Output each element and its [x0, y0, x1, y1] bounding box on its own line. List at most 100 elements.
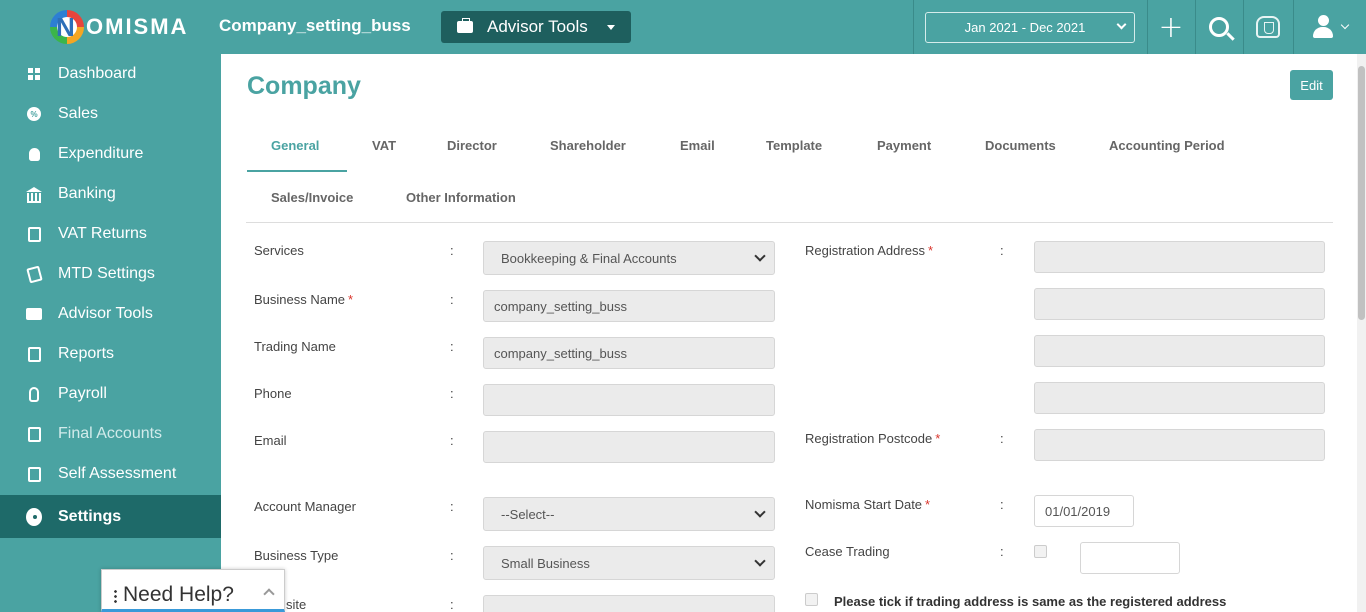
tab-template[interactable]: Template — [766, 138, 822, 158]
add-button[interactable]: + — [1148, 0, 1194, 54]
website-field[interactable] — [483, 595, 775, 612]
email-field[interactable] — [483, 431, 775, 463]
colon: : — [450, 499, 454, 514]
hmrc-button[interactable] — [1244, 0, 1292, 54]
chevron-up-icon[interactable] — [263, 588, 275, 600]
scrollbar[interactable] — [1357, 54, 1366, 612]
sidebar-item-advisor-tools[interactable]: Advisor Tools — [0, 294, 221, 334]
colon: : — [1000, 544, 1004, 559]
required-mark: * — [935, 431, 941, 446]
tab-general[interactable]: General — [271, 138, 319, 158]
mtd-document-icon — [25, 265, 43, 283]
briefcase-icon — [457, 18, 473, 33]
sidebar-item-self-assessment[interactable]: Self Assessment — [0, 454, 221, 494]
tab-accounting-period[interactable]: Accounting Period — [1109, 138, 1225, 158]
colon: : — [1000, 497, 1004, 512]
money-bag-icon — [26, 146, 42, 162]
sidebar-item-dashboard[interactable]: Dashboard — [0, 54, 221, 94]
sidebar-item-banking[interactable]: Banking — [0, 174, 221, 214]
scrollbar-thumb[interactable] — [1358, 66, 1365, 320]
tab-vat[interactable]: VAT — [372, 138, 396, 158]
crest-icon — [1256, 16, 1280, 38]
company-name: Company_setting_buss — [219, 16, 411, 35]
business-type-label: Business Type — [254, 548, 339, 563]
sidebar-item-mtd-settings[interactable]: MTD Settings — [0, 254, 221, 294]
sidebar-item-label: Payroll — [58, 385, 107, 402]
cease-trading-date-field[interactable] — [1080, 542, 1180, 574]
document-icon — [26, 426, 42, 442]
bank-icon — [26, 186, 42, 203]
logo-text: OMISMA — [86, 14, 189, 39]
dashboard-icon — [26, 66, 42, 82]
checklist-icon — [26, 466, 42, 482]
sidebar-item-reports[interactable]: Reports — [0, 334, 221, 374]
hand-icon — [26, 386, 42, 402]
sidebar-item-final-accounts[interactable]: Final Accounts — [0, 414, 221, 454]
search-button[interactable] — [1196, 0, 1242, 54]
cease-trading-checkbox[interactable] — [1034, 545, 1047, 558]
tab-director[interactable]: Director — [447, 138, 497, 158]
phone-field[interactable] — [483, 384, 775, 416]
registration-postcode-field[interactable] — [1034, 429, 1325, 461]
account-manager-select[interactable]: --Select-- — [483, 497, 775, 531]
search-icon — [1209, 17, 1229, 37]
same-address-checkbox[interactable] — [805, 593, 818, 606]
active-tab-indicator — [247, 170, 347, 172]
address-line-4-field[interactable] — [1034, 382, 1325, 414]
user-menu-button[interactable] — [1294, 0, 1366, 54]
tab-email[interactable]: Email — [680, 138, 715, 158]
required-mark: * — [927, 243, 934, 258]
colon: : — [450, 548, 454, 563]
trading-name-label: Trading Name — [254, 339, 336, 354]
need-help-label: Need Help? — [123, 583, 234, 606]
tab-other-information[interactable]: Other Information — [406, 190, 516, 210]
address-line-3-field[interactable] — [1034, 335, 1325, 367]
sidebar-item-sales[interactable]: % Sales — [0, 94, 221, 134]
address-line-2-field[interactable] — [1034, 288, 1325, 320]
advisor-tools-button[interactable]: Advisor Tools — [441, 11, 631, 43]
website-label: site — [286, 597, 307, 612]
sales-icon: % — [26, 106, 42, 122]
required-mark: * — [348, 292, 354, 307]
colon: : — [450, 243, 454, 258]
sidebar-item-expenditure[interactable]: Expenditure — [0, 134, 221, 174]
sidebar-item-label: Dashboard — [58, 65, 137, 82]
edit-button[interactable]: Edit — [1290, 70, 1333, 100]
date-range-value: Jan 2021 - Dec 2021 — [964, 20, 1086, 35]
business-name-label: Business Name * — [254, 292, 354, 307]
email-label: Email — [254, 433, 287, 448]
cease-trading-label: Cease Trading — [805, 544, 890, 559]
sidebar-item-label: Advisor Tools — [58, 305, 153, 322]
top-bar: N OMISMA Company_setting_buss Advisor To… — [0, 0, 1366, 54]
trading-name-field[interactable]: company_setting_buss — [483, 337, 775, 369]
date-range-select[interactable]: Jan 2021 - Dec 2021 — [925, 12, 1135, 43]
business-type-select[interactable]: Small Business — [483, 546, 775, 580]
sidebar: Dashboard % Sales Expenditure Banking VA… — [0, 54, 221, 612]
sidebar-item-payroll[interactable]: Payroll — [0, 374, 221, 414]
registration-address-label: Registration Address * — [805, 243, 934, 258]
sidebar-item-label: Reports — [58, 345, 115, 362]
sidebar-item-settings[interactable]: Settings — [0, 495, 221, 538]
vat-document-icon — [26, 226, 42, 242]
tab-sales-invoice[interactable]: Sales/Invoice — [271, 190, 353, 210]
tabs-divider — [246, 222, 1333, 223]
sidebar-item-vat-returns[interactable]: VAT Returns — [0, 214, 221, 254]
need-help-widget[interactable]: Need Help? — [101, 569, 285, 612]
caret-down-icon — [607, 25, 615, 30]
nomisma-logo[interactable]: N OMISMA — [50, 9, 188, 45]
drag-handle-icon[interactable] — [114, 589, 117, 603]
services-label: Services — [254, 243, 304, 258]
nomisma-start-date-field[interactable]: 01/01/2019 — [1034, 495, 1134, 527]
business-name-field[interactable]: company_setting_buss — [483, 290, 775, 322]
gear-icon — [26, 507, 42, 526]
tab-shareholder[interactable]: Shareholder — [550, 138, 626, 158]
colon: : — [450, 597, 454, 612]
address-line-1-field[interactable] — [1034, 241, 1325, 273]
tab-documents[interactable]: Documents — [985, 138, 1056, 158]
services-select[interactable]: Bookkeeping & Final Accounts — [483, 241, 775, 275]
chevron-down-icon — [1340, 20, 1350, 30]
colon: : — [450, 339, 454, 354]
tab-payment[interactable]: Payment — [877, 138, 931, 158]
colon: : — [450, 433, 454, 448]
required-mark: * — [925, 497, 931, 512]
